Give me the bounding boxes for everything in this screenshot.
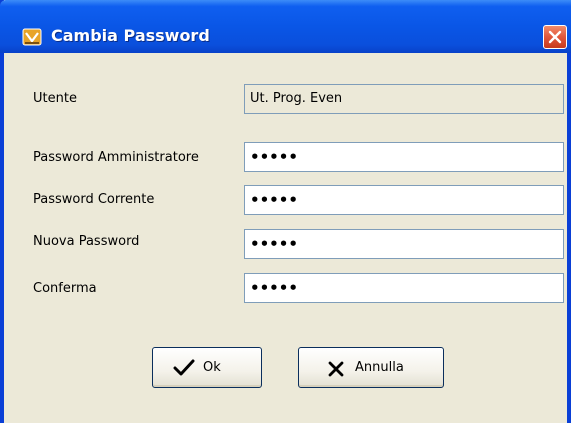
confirm-label: Conferma	[33, 281, 97, 296]
user-field: Ut. Prog. Even	[244, 84, 564, 114]
window-title: Cambia Password	[51, 26, 210, 45]
checkmark-icon	[173, 359, 195, 381]
x-icon	[327, 360, 345, 382]
admin-password-label: Password Amministratore	[33, 150, 199, 165]
change-password-dialog: Cambia Password Utente Ut. Prog. Even Pa…	[0, 0, 571, 423]
user-label: Utente	[33, 91, 77, 106]
confirm-password-field[interactable]: •••••	[244, 273, 564, 303]
cancel-label: Annulla	[355, 360, 404, 375]
current-password-label: Password Corrente	[33, 192, 155, 207]
new-password-label: Nuova Password	[33, 234, 140, 249]
ok-label: Ok	[203, 360, 221, 375]
close-icon	[548, 30, 562, 44]
ok-button[interactable]: Ok	[152, 347, 262, 388]
new-password-field[interactable]: •••••	[244, 229, 564, 259]
cancel-button[interactable]: Annulla	[298, 347, 444, 388]
title-bar[interactable]: Cambia Password	[0, 0, 571, 53]
admin-password-field[interactable]: •••••	[244, 142, 564, 172]
current-password-field[interactable]: •••••	[244, 185, 564, 215]
close-button[interactable]	[543, 25, 567, 49]
shield-key-icon	[22, 27, 42, 47]
